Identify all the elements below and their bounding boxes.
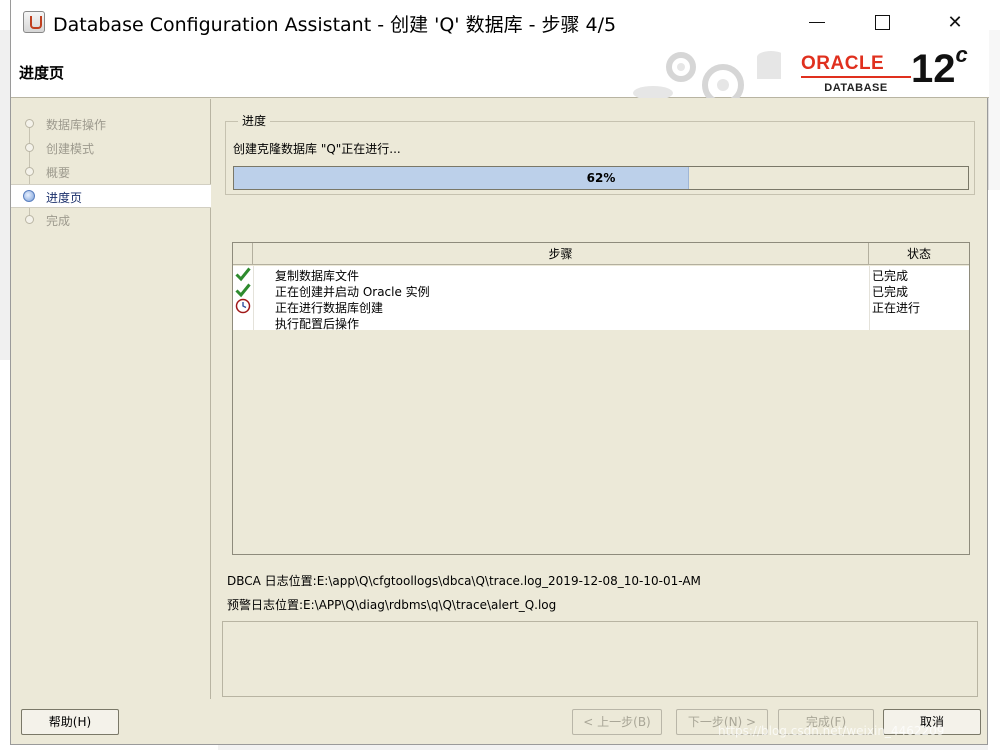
step-dot-icon bbox=[25, 167, 34, 176]
cell-divider bbox=[253, 266, 254, 282]
table-row[interactable]: 复制数据库文件 已完成 bbox=[233, 266, 969, 283]
previous-button[interactable]: < 上一步(B) bbox=[572, 709, 662, 735]
close-button[interactable]: ✕ bbox=[935, 8, 975, 38]
background-window-left bbox=[0, 30, 10, 360]
step-dot-icon bbox=[25, 215, 34, 224]
table-row[interactable]: 正在创建并启动 Oracle 实例 已完成 bbox=[233, 282, 969, 299]
cell-divider bbox=[869, 314, 870, 330]
gears-icon bbox=[633, 51, 781, 98]
progress-message: 创建克隆数据库 "Q"正在进行... bbox=[233, 142, 401, 156]
version-number: 12 bbox=[911, 47, 956, 91]
step-dot-icon bbox=[25, 143, 34, 152]
nav-item-summary[interactable]: 概要 bbox=[11, 160, 211, 184]
watermark: https://blog.csdn.net/weixin_4462209 bbox=[718, 724, 945, 738]
page-header: 进度页 ORACLE DATABASE 12c bbox=[11, 42, 989, 98]
close-icon: ✕ bbox=[947, 12, 963, 33]
minimize-icon bbox=[809, 22, 825, 23]
nav-item-finish[interactable]: 完成 bbox=[11, 208, 211, 232]
oracle-wordmark: ORACLE bbox=[801, 53, 911, 78]
nav-item-creation-mode[interactable]: 创建模式 bbox=[11, 136, 211, 160]
cell-divider bbox=[869, 298, 870, 314]
step-dot-icon bbox=[25, 119, 34, 128]
minimize-button[interactable] bbox=[797, 8, 837, 38]
maximize-button[interactable] bbox=[863, 8, 903, 38]
clock-icon bbox=[235, 298, 251, 314]
title-bar[interactable]: Database Configuration Assistant - 创建 'Q… bbox=[11, 0, 989, 45]
cell-divider bbox=[253, 298, 254, 314]
nav-item-label: 进度页 bbox=[46, 191, 83, 205]
table-row[interactable]: 正在进行数据库创建 正在进行 bbox=[233, 298, 969, 315]
current-step-icon bbox=[23, 190, 35, 202]
oracle-logo: ORACLE DATABASE bbox=[801, 53, 911, 94]
background-window-right bbox=[988, 30, 1000, 190]
cell-divider bbox=[869, 282, 870, 298]
nav-item-label: 创建模式 bbox=[46, 142, 95, 156]
nav-item-label: 概要 bbox=[46, 166, 71, 180]
dbca-window: Database Configuration Assistant - 创建 'Q… bbox=[10, 0, 989, 745]
alert-log-location[interactable]: 预警日志位置:E:\APP\Q\diag\rdbms\q\Q\trace\ale… bbox=[227, 596, 556, 613]
table-header-icon[interactable] bbox=[233, 243, 253, 265]
check-icon bbox=[235, 267, 251, 282]
step-navigation: 数据库操作 创建模式 概要 进度页 完成 bbox=[11, 99, 211, 699]
progress-group-label: 进度 bbox=[238, 112, 271, 129]
cell-divider bbox=[253, 314, 254, 330]
window-title: Database Configuration Assistant - 创建 'Q… bbox=[53, 14, 617, 36]
nav-item-label: 完成 bbox=[46, 214, 71, 228]
cell-divider bbox=[253, 282, 254, 298]
progress-percent: 62% bbox=[586, 171, 616, 185]
help-button[interactable]: 帮助(H) bbox=[21, 709, 119, 735]
nav-item-database-operation[interactable]: 数据库操作 bbox=[11, 112, 211, 136]
dbca-log-location[interactable]: DBCA 日志位置:E:\app\Q\cfgtoollogs\dbca\Q\tr… bbox=[227, 572, 701, 589]
progress-bar: 62% bbox=[233, 166, 969, 190]
table-row[interactable]: 执行配置后操作 bbox=[233, 314, 969, 331]
table-header-step[interactable]: 步骤 bbox=[253, 243, 869, 265]
check-icon bbox=[235, 283, 251, 298]
table-header-status[interactable]: 状态 bbox=[869, 243, 969, 265]
nav-item-progress[interactable]: 进度页 bbox=[11, 184, 211, 208]
oracle-database-label: DATABASE bbox=[824, 82, 888, 94]
version-logo: 12c bbox=[911, 42, 968, 92]
java-app-icon bbox=[23, 11, 45, 33]
steps-table[interactable]: 步骤 状态 复制数据库文件 已完成 正在创建并启动 Oracle 实例 已完成 … bbox=[232, 242, 970, 555]
version-suffix: c bbox=[955, 41, 968, 67]
maximize-icon bbox=[875, 15, 890, 30]
cell-divider bbox=[869, 266, 870, 282]
page-title: 进度页 bbox=[19, 64, 65, 82]
message-area[interactable] bbox=[222, 621, 978, 697]
nav-item-label: 数据库操作 bbox=[46, 118, 107, 132]
step-name: 执行配置后操作 bbox=[275, 317, 360, 331]
